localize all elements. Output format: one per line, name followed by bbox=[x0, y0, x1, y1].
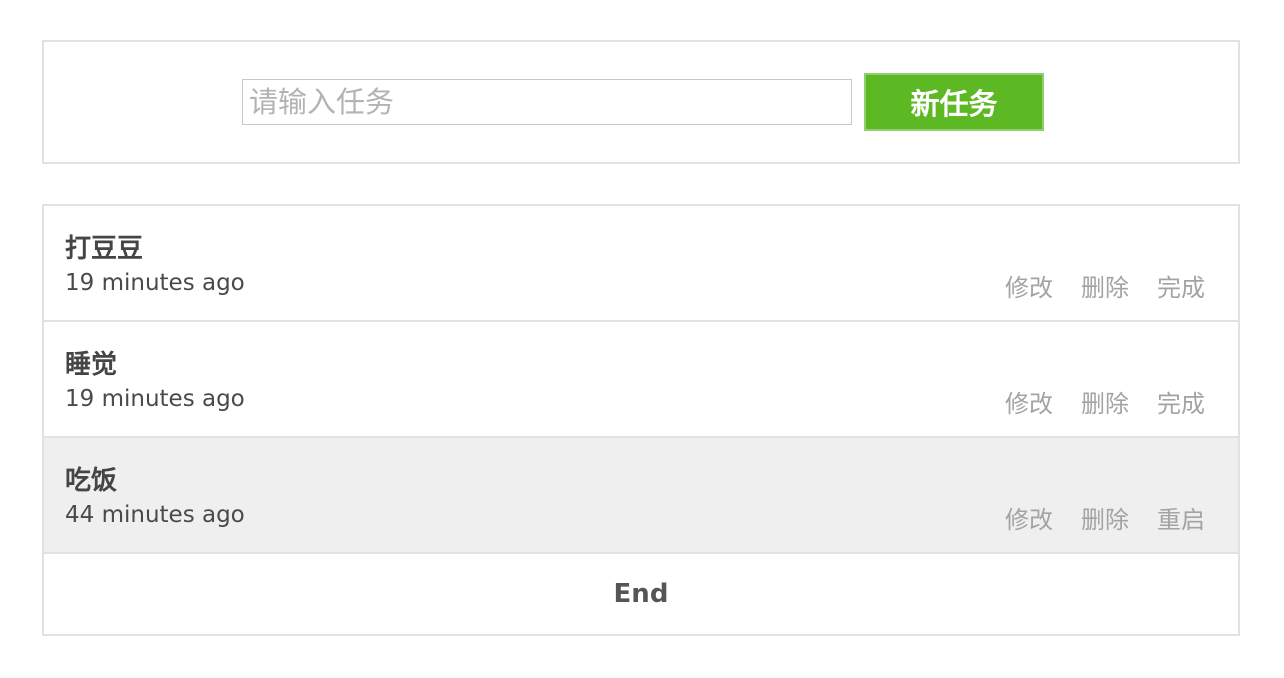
task-actions: 修改 删除 完成 bbox=[1005, 384, 1205, 419]
edit-task-button[interactable]: 修改 bbox=[1005, 268, 1053, 303]
task-title: 睡觉 bbox=[65, 350, 118, 380]
task-row-completed: 吃饭 44 minutes ago 修改 删除 重启 bbox=[44, 438, 1238, 554]
task-title: 打豆豆 bbox=[65, 234, 144, 264]
list-end-label: End bbox=[613, 579, 669, 609]
task-time: 19 minutes ago bbox=[65, 386, 245, 412]
task-time: 19 minutes ago bbox=[65, 270, 245, 296]
restart-task-button[interactable]: 重启 bbox=[1157, 500, 1205, 535]
task-row: 睡觉 19 minutes ago 修改 删除 完成 bbox=[44, 322, 1238, 438]
delete-task-button[interactable]: 删除 bbox=[1081, 384, 1129, 419]
task-actions: 修改 删除 完成 bbox=[1005, 268, 1205, 303]
task-time: 44 minutes ago bbox=[65, 502, 245, 528]
edit-task-button[interactable]: 修改 bbox=[1005, 500, 1053, 535]
complete-task-button[interactable]: 完成 bbox=[1157, 268, 1205, 303]
delete-task-button[interactable]: 删除 bbox=[1081, 268, 1129, 303]
new-task-button[interactable]: 新任务 bbox=[864, 73, 1044, 131]
task-input[interactable] bbox=[242, 79, 852, 125]
edit-task-button[interactable]: 修改 bbox=[1005, 384, 1053, 419]
new-task-panel: 新任务 bbox=[42, 40, 1240, 164]
task-title: 吃饭 bbox=[65, 466, 118, 496]
complete-task-button[interactable]: 完成 bbox=[1157, 384, 1205, 419]
task-row: 打豆豆 19 minutes ago 修改 删除 完成 bbox=[44, 206, 1238, 322]
task-actions: 修改 删除 重启 bbox=[1005, 500, 1205, 535]
delete-task-button[interactable]: 删除 bbox=[1081, 500, 1129, 535]
task-list: 打豆豆 19 minutes ago 修改 删除 完成 睡觉 19 minute… bbox=[42, 204, 1240, 636]
